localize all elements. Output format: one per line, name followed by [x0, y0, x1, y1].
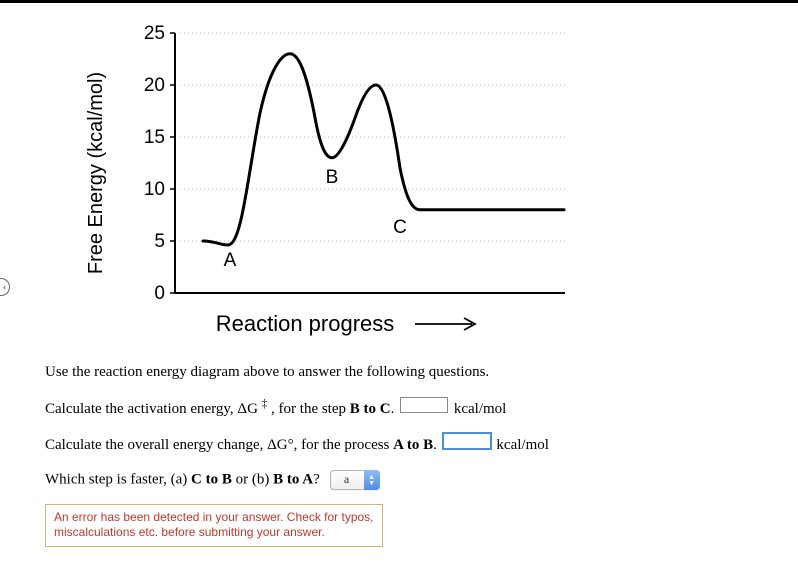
svg-text:A: A: [224, 250, 237, 271]
svg-text:5: 5: [154, 231, 165, 252]
error-line-1: An error has been detected in your answe…: [54, 510, 374, 526]
x-axis-label: Reaction progress: [216, 311, 395, 336]
q3-text-c: ?: [313, 471, 320, 487]
energy-diagram-chart: 0 5 10 15 20 25 Free Energy (kcal/mol) R…: [80, 13, 600, 353]
q3-bold-2: B to A: [273, 471, 313, 487]
svg-text:0: 0: [154, 283, 165, 304]
svg-text:15: 15: [144, 127, 165, 148]
error-message: An error has been detected in your answe…: [45, 504, 383, 547]
q1-text-b: , for the step: [271, 401, 350, 417]
q3-text-b: or (b): [236, 471, 274, 487]
q1-text-a: Calculate the activation energy, ΔG: [45, 401, 258, 417]
question-2: Calculate the overall energy change, ΔG°…: [45, 433, 768, 456]
q3-text-a: Which step is faster, (a): [45, 471, 191, 487]
svg-text:25: 25: [144, 23, 165, 44]
question-area: Use the reaction energy diagram above to…: [45, 363, 768, 561]
q2-answer-input[interactable]: [443, 433, 491, 449]
stepper-icon: ▲▼: [364, 470, 380, 490]
question-1: Calculate the activation energy, ΔG ‡ , …: [45, 397, 768, 420]
intro-text: Use the reaction energy diagram above to…: [45, 363, 768, 383]
energy-curve: [203, 54, 564, 245]
q2-period: .: [433, 437, 437, 453]
y-tick-labels: 0 5 10 15 20 25: [144, 23, 165, 304]
x-axis-arrow: [415, 318, 475, 330]
q2-text-a: Calculate the overall energy change, ΔG°…: [45, 437, 393, 453]
q3-bold-1: C to B: [191, 471, 232, 487]
svg-text:20: 20: [144, 75, 165, 96]
q1-unit: kcal/mol: [454, 401, 507, 417]
svg-text:10: 10: [144, 179, 165, 200]
q1-bold: B to C: [350, 401, 391, 417]
expand-handle[interactable]: [0, 278, 10, 296]
q2-unit: kcal/mol: [496, 437, 549, 453]
q3-select-value: a: [330, 470, 364, 490]
q3-select[interactable]: a ▲▼: [330, 470, 380, 490]
q1-period: .: [391, 401, 395, 417]
point-labels: A B C: [224, 167, 407, 271]
question-3: Which step is faster, (a) C to B or (b) …: [45, 470, 768, 490]
page: 0 5 10 15 20 25 Free Energy (kcal/mol) R…: [0, 0, 798, 564]
q1-superscript: ‡: [262, 398, 268, 410]
svg-text:B: B: [326, 167, 339, 188]
error-line-2: miscalculations etc. before submitting y…: [54, 525, 374, 541]
y-axis-label: Free Energy (kcal/mol): [85, 72, 107, 274]
svg-text:C: C: [393, 217, 407, 238]
q1-answer-input[interactable]: [400, 397, 448, 413]
error-row: An error has been detected in your answe…: [45, 504, 768, 547]
chart-svg: 0 5 10 15 20 25 Free Energy (kcal/mol) R…: [80, 13, 600, 353]
q2-bold: A to B: [393, 437, 433, 453]
